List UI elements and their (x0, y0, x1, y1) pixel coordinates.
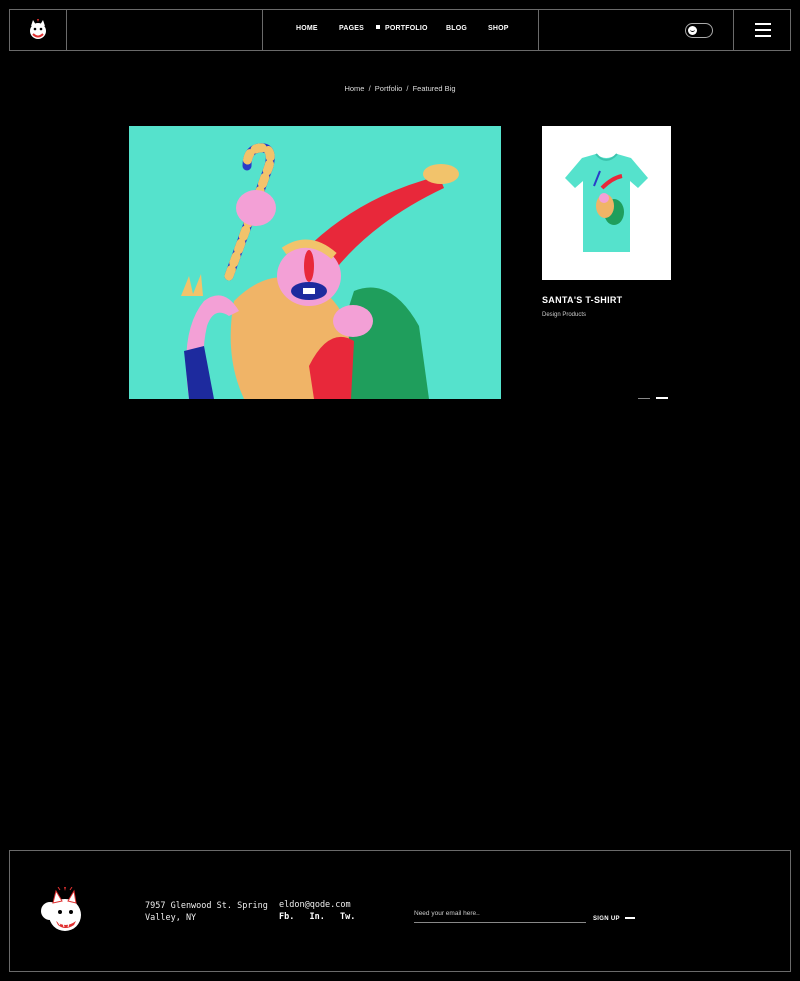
breadcrumb-separator: / (406, 84, 409, 93)
menu-button[interactable] (733, 10, 791, 50)
site-footer: 7957 Glenwood St. Spring Valley, NY eldo… (9, 850, 791, 972)
hamburger-menu-icon (754, 23, 771, 37)
nav-portfolio[interactable]: PORTFOLIO (376, 25, 428, 32)
nav-blog[interactable]: BLOG (446, 25, 467, 32)
footer-address: 7957 Glenwood St. Spring Valley, NY (145, 901, 268, 923)
active-indicator-icon (376, 25, 380, 29)
fox-mascot-logo-icon (41, 887, 81, 931)
nav-shop[interactable]: SHOP (488, 25, 509, 32)
pagination-bullet-active[interactable] (656, 397, 668, 399)
breadcrumb-current: Featured Big (412, 84, 456, 93)
logo-link[interactable] (10, 10, 67, 50)
arrow-line-icon (624, 917, 635, 919)
nav-pages[interactable]: PAGES (339, 25, 364, 32)
pagination-bullet[interactable] (638, 398, 650, 399)
product-image[interactable] (542, 126, 671, 280)
social-facebook[interactable]: Fb. (279, 912, 294, 922)
social-instagram[interactable]: In. (309, 912, 324, 922)
tshirt-icon (542, 126, 671, 280)
breadcrumb: Home / Portfolio / Featured Big (0, 84, 800, 93)
main-nav: HOME PAGES PORTFOLIO BLOG SHOP (262, 10, 539, 50)
signup-button[interactable]: SIGN UP (593, 916, 635, 922)
slider-pagination (638, 397, 678, 400)
product-category[interactable]: Design Products (542, 312, 586, 318)
newsletter-email-input[interactable]: Need your email here.. (414, 907, 586, 923)
breadcrumb-portfolio[interactable]: Portfolio (375, 84, 403, 93)
santa-illustration (129, 126, 501, 399)
featured-image[interactable] (129, 126, 501, 399)
social-twitter[interactable]: Tw. (340, 912, 355, 922)
fox-mascot-logo-icon (30, 19, 46, 39)
nav-home[interactable]: HOME (296, 25, 318, 32)
footer-email[interactable]: eldon@qode.com (279, 900, 351, 910)
dark-mode-toggle-icon (685, 23, 713, 38)
theme-toggle[interactable] (685, 23, 713, 38)
breadcrumb-home[interactable]: Home (344, 84, 364, 93)
breadcrumb-separator: / (368, 84, 371, 93)
product-title[interactable]: SANTA'S T-SHIRT (542, 295, 622, 305)
signup-label: SIGN UP (593, 916, 620, 922)
nav-portfolio-label: PORTFOLIO (385, 25, 428, 32)
site-header: HOME PAGES PORTFOLIO BLOG SHOP (9, 9, 791, 51)
social-links: Fb. In. Tw. (279, 912, 355, 922)
